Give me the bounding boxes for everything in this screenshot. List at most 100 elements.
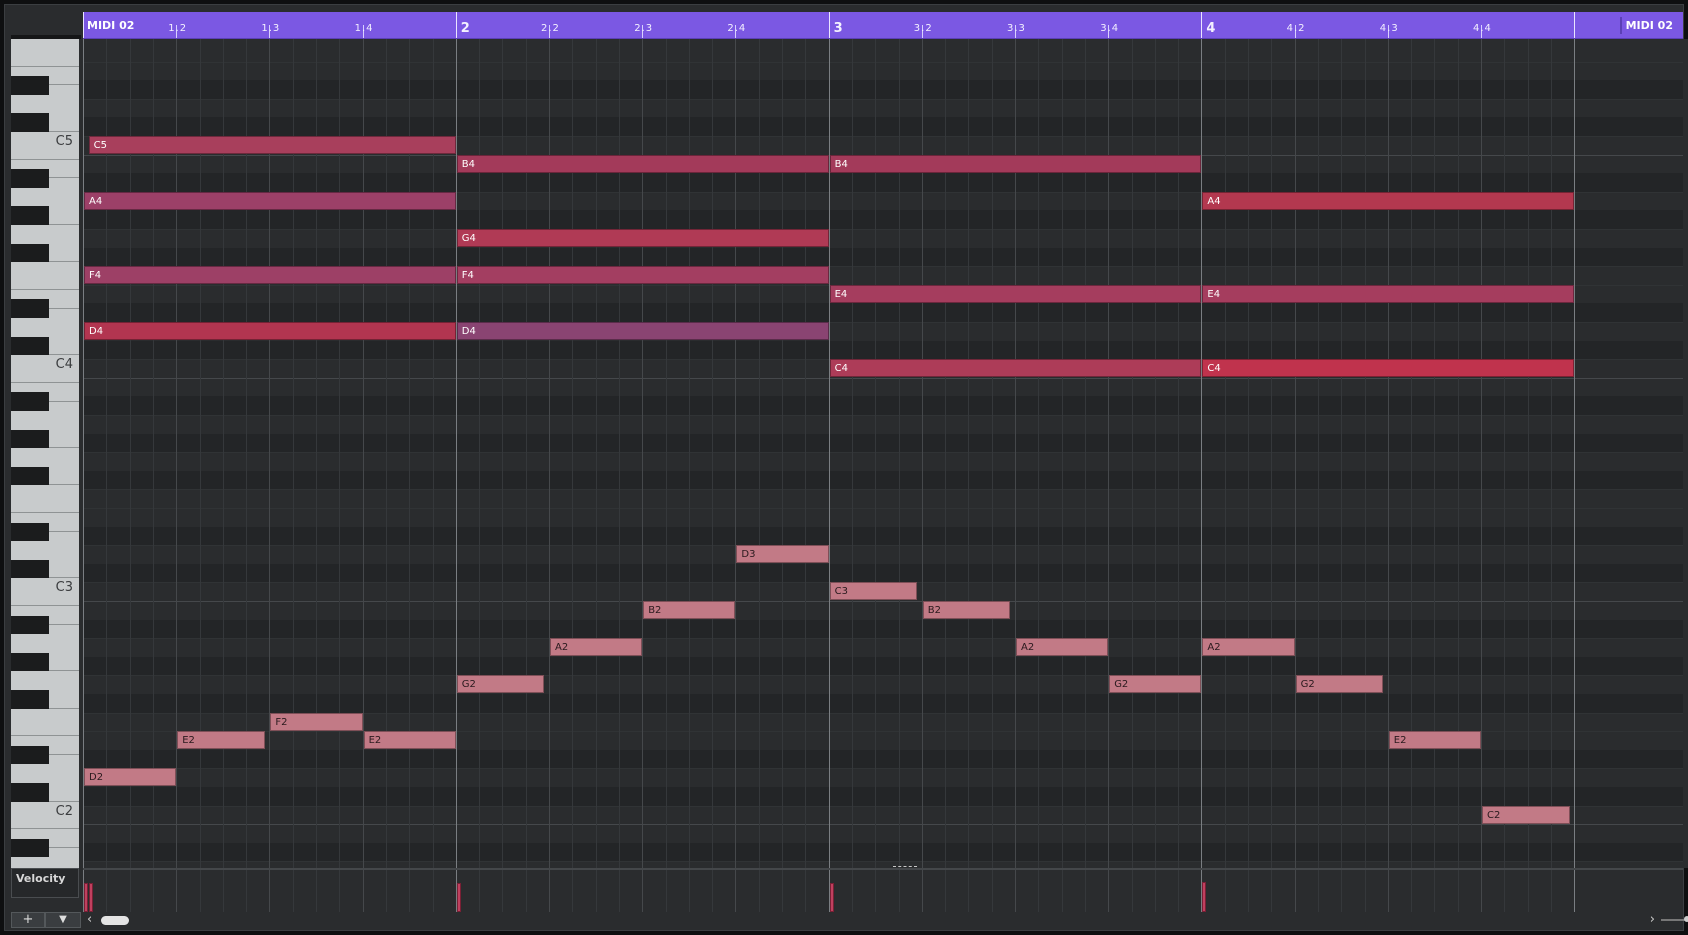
velocity-bar[interactable] <box>829 883 834 912</box>
grid-beat-line <box>1271 39 1273 868</box>
black-key[interactable] <box>11 299 49 318</box>
scroll-left-icon[interactable]: ‹ <box>87 912 92 928</box>
ruler-beat-label: 2.4 <box>727 23 747 34</box>
velocity-grid-line <box>688 870 690 912</box>
velocity-grid-line <box>851 870 853 912</box>
midi-note[interactable]: A4 <box>84 191 456 210</box>
midi-note[interactable]: A2 <box>1016 638 1109 657</box>
velocity-grid-line <box>595 870 597 912</box>
timeline-ruler[interactable]: MIDI 02 MIDI 02 1.2 1.3 1.4 2.2 2.3 2.4 3.2 3.3… <box>83 12 1683 39</box>
midi-note[interactable]: C3 <box>829 582 918 601</box>
midi-note[interactable]: F2 <box>270 712 363 731</box>
grid-row-line <box>83 638 1683 640</box>
black-key[interactable] <box>11 466 49 486</box>
midi-note[interactable]: E4 <box>1202 284 1575 303</box>
velocity-bar[interactable] <box>456 883 461 912</box>
grid-row-black <box>83 303 1683 322</box>
midi-note[interactable]: D4 <box>84 322 456 340</box>
black-key[interactable] <box>11 336 49 356</box>
velocity-grid-line <box>1271 870 1273 912</box>
velocity-lane-header[interactable]: Velocity <box>11 868 79 898</box>
velocity-grid-line <box>1341 870 1343 912</box>
add-lane-button[interactable]: + <box>11 912 45 928</box>
black-key[interactable] <box>11 522 49 542</box>
midi-note[interactable]: G2 <box>456 675 545 694</box>
black-key[interactable] <box>11 690 49 709</box>
midi-note[interactable]: A4 <box>1202 191 1575 210</box>
velocity-lane-label: Velocity <box>16 872 66 885</box>
black-key[interactable] <box>11 652 49 672</box>
velocity-grid-line <box>1527 870 1529 912</box>
black-key[interactable] <box>11 615 49 635</box>
midi-note[interactable]: A2 <box>550 638 643 657</box>
midi-note[interactable]: G2 <box>1295 675 1384 694</box>
scroll-right-icon[interactable]: › <box>1650 912 1655 928</box>
part-name-right: MIDI 02 <box>1619 17 1677 34</box>
midi-note[interactable]: B4 <box>829 154 1202 173</box>
midi-note[interactable]: G2 <box>1109 675 1202 694</box>
black-key[interactable] <box>11 76 49 95</box>
black-key[interactable] <box>11 429 49 449</box>
midi-note[interactable]: C4 <box>1202 359 1575 378</box>
midi-note[interactable]: C4 <box>829 359 1202 378</box>
grid-row-black <box>83 619 1683 639</box>
velocity-grid-line <box>362 870 364 912</box>
velocity-lane[interactable] <box>83 870 1683 912</box>
grid-bar-line <box>83 39 84 868</box>
velocity-bar[interactable] <box>1202 881 1207 912</box>
black-key[interactable] <box>11 243 49 263</box>
midi-note[interactable]: B4 <box>456 154 829 173</box>
velocity-grid-line <box>875 870 877 912</box>
midi-note[interactable]: E2 <box>1388 731 1481 750</box>
grid-row-black <box>83 694 1683 713</box>
midi-note[interactable]: F4 <box>84 266 456 285</box>
black-key[interactable] <box>11 169 49 188</box>
black-key[interactable] <box>11 745 49 765</box>
midi-note[interactable]: E2 <box>363 731 456 750</box>
grid-row-line <box>83 415 1683 416</box>
midi-note[interactable]: D4 <box>456 322 829 340</box>
velocity-grid-line <box>269 870 271 912</box>
lane-presets-button[interactable]: ▼ <box>45 912 81 928</box>
velocity-bar[interactable] <box>88 883 93 912</box>
midi-note[interactable]: B2 <box>643 601 736 619</box>
black-key[interactable] <box>11 559 49 579</box>
midi-note[interactable]: A2 <box>1202 638 1295 657</box>
ruler-beat-label: 3.4 <box>1100 23 1120 34</box>
black-key[interactable] <box>11 838 49 858</box>
black-key[interactable] <box>11 113 49 132</box>
ruler-beat-label: 4.4 <box>1473 23 1492 34</box>
velocity-grid-line <box>549 870 550 912</box>
scrollbar-thumb[interactable] <box>101 916 129 925</box>
grid-beat-line <box>1364 39 1366 868</box>
note-grid[interactable]: C5 B4 B4 A4 A4 G4 F4 F4 E4 E4 D4 D4 C4 C4 D3 C3 B2 B2 A2 A2… <box>83 39 1683 868</box>
octave-label: C2 <box>55 803 73 819</box>
grid-row-line <box>83 229 1683 230</box>
midi-note[interactable]: C5 <box>88 136 456 154</box>
octave-label: C3 <box>55 580 73 596</box>
velocity-grid-line <box>129 870 131 912</box>
midi-note[interactable]: C2 <box>1482 805 1571 824</box>
ruler-bar-line <box>1201 12 1203 38</box>
zoom-slider-handle[interactable] <box>1684 916 1688 922</box>
midi-note[interactable]: B2 <box>922 601 1011 619</box>
midi-note[interactable]: D3 <box>736 545 829 564</box>
horizontal-scrollbar[interactable]: ‹ › <box>83 912 1659 928</box>
piano-keyboard[interactable]: C5 C4 C3 C2 <box>11 35 81 869</box>
velocity-bar[interactable] <box>84 883 88 912</box>
velocity-grid-line <box>432 870 434 912</box>
midi-note[interactable]: E4 <box>829 284 1202 303</box>
midi-note[interactable]: E2 <box>177 731 265 750</box>
keyboard-keys[interactable]: C5 C4 C3 C2 <box>11 39 79 869</box>
vertical-scrollbar[interactable] <box>1683 39 1688 868</box>
midi-note[interactable]: F4 <box>456 266 829 285</box>
grid-beat-line <box>1248 39 1249 868</box>
midi-note[interactable]: G4 <box>456 229 829 247</box>
velocity-grid-line <box>385 870 387 912</box>
black-key[interactable] <box>11 783 49 802</box>
midi-note[interactable]: D2 <box>84 768 177 787</box>
black-key[interactable] <box>11 206 49 225</box>
grid-row-line <box>83 824 1683 826</box>
velocity-grid-line <box>735 870 737 912</box>
black-key[interactable] <box>11 392 49 411</box>
